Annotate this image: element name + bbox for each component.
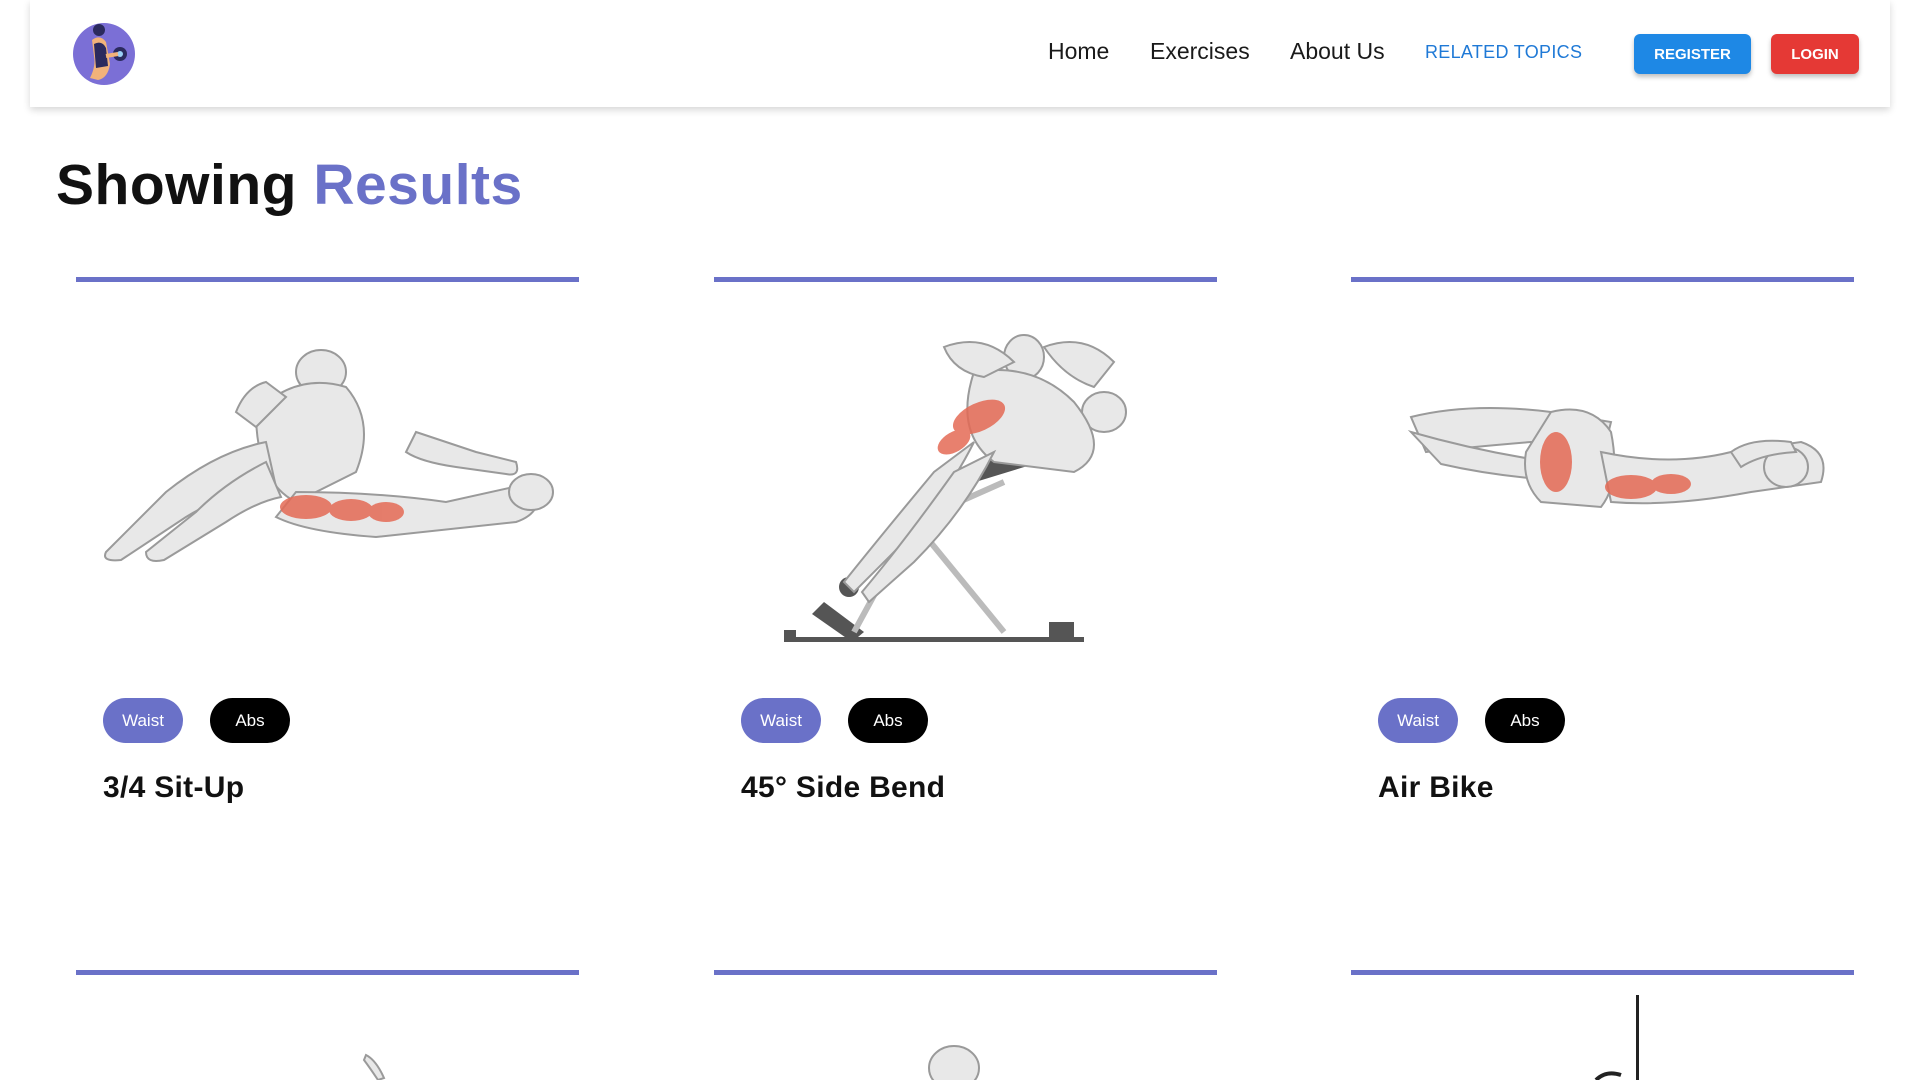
exercise-card[interactable]: Waist Abs Air Bike <box>1351 277 1854 877</box>
tag-waist[interactable]: Waist <box>103 698 183 743</box>
card-top-border <box>1351 970 1854 975</box>
exercise-illustration-icon <box>1594 995 1639 1080</box>
card-top-border <box>714 970 1217 975</box>
exercise-card[interactable] <box>714 970 1217 1080</box>
tag-abs[interactable]: Abs <box>1485 698 1565 743</box>
tag-abs[interactable]: Abs <box>848 698 928 743</box>
sit-up-illustration-icon <box>104 349 554 562</box>
exercise-card[interactable]: Waist Abs 45° Side Bend <box>714 277 1217 877</box>
tag-waist[interactable]: Waist <box>741 698 821 743</box>
card-top-border <box>76 970 579 975</box>
register-button[interactable]: REGISTER <box>1634 34 1751 74</box>
page-title-prefix: Showing <box>56 153 297 217</box>
nav-exercises[interactable]: Exercises <box>1150 38 1250 65</box>
nav-home[interactable]: Home <box>1048 38 1109 65</box>
tag-waist[interactable]: Waist <box>1378 698 1458 743</box>
nav-related-topics[interactable]: RELATED TOPICS <box>1425 42 1582 63</box>
exercise-name[interactable]: Air Bike <box>1378 771 1494 805</box>
nav-about-us[interactable]: About Us <box>1290 38 1385 65</box>
air-bike-illustration-icon <box>1407 407 1825 509</box>
page-title-accent: Results <box>313 153 523 217</box>
card-top-border <box>1351 277 1854 282</box>
page-title: Showing Results <box>56 150 523 220</box>
fitness-logo-icon[interactable] <box>72 20 136 86</box>
exercise-name[interactable]: 45° Side Bend <box>741 771 945 805</box>
exercise-illustration-icon <box>928 1045 980 1080</box>
exercise-card[interactable]: Waist Abs 3/4 Sit-Up <box>76 277 579 877</box>
login-button[interactable]: LOGIN <box>1771 34 1859 74</box>
side-bend-illustration-icon <box>784 334 1127 642</box>
card-top-border <box>714 277 1217 282</box>
exercise-card[interactable] <box>1351 970 1854 1080</box>
exercise-card[interactable] <box>76 970 579 1080</box>
exercise-name[interactable]: 3/4 Sit-Up <box>103 771 244 805</box>
exercise-illustration-icon <box>362 1053 386 1080</box>
card-top-border <box>76 277 579 282</box>
tag-abs[interactable]: Abs <box>210 698 290 743</box>
navbar: Home Exercises About Us RELATED TOPICS R… <box>30 0 1890 107</box>
